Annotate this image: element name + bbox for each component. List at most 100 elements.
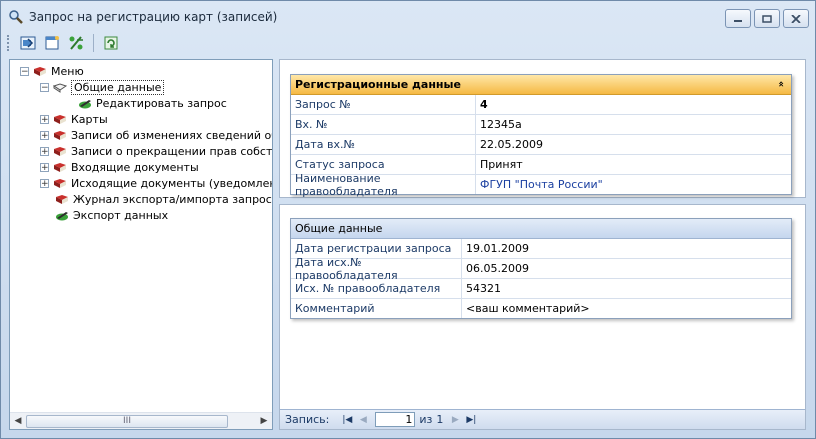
general-header-title: Общие данные bbox=[295, 222, 383, 235]
table-row: Дата вх.№ 22.05.2009 bbox=[291, 135, 791, 155]
general-data-panel: Общие данные Дата регистрации запроса 19… bbox=[279, 204, 806, 430]
field-value[interactable]: 54321 bbox=[462, 279, 501, 298]
minimize-button[interactable] bbox=[725, 9, 751, 28]
percent-icon bbox=[69, 36, 83, 50]
save-form-icon bbox=[20, 36, 36, 50]
book-icon bbox=[34, 66, 46, 76]
collapse-toggle[interactable]: − bbox=[40, 82, 49, 92]
window-title: Запрос на регистрацию карт (записей) bbox=[29, 10, 278, 24]
field-value[interactable]: 19.01.2009 bbox=[462, 239, 529, 258]
expand-toggle[interactable]: + bbox=[40, 114, 49, 124]
record-navigator: Запись: |◀ ◀ 1 из 1 ▶ ▶| bbox=[280, 409, 805, 429]
tree-node-outgoing-documents[interactable]: + Исходящие документы (уведомления, bbox=[40, 175, 272, 191]
tree-node-label: Записи об изменениях сведений об об bbox=[71, 128, 272, 142]
new-document-button[interactable] bbox=[42, 33, 62, 53]
tree-node-label: Журнал экспорта/импорта запроса bbox=[73, 192, 272, 206]
book-icon bbox=[54, 146, 66, 156]
percent-button[interactable] bbox=[66, 33, 86, 53]
field-label: Запрос № bbox=[291, 95, 476, 114]
navigator-label: Запись: bbox=[285, 413, 330, 426]
table-row: Комментарий <ваш комментарий> bbox=[291, 299, 791, 318]
field-value[interactable]: 4 bbox=[476, 95, 488, 114]
tree-node-label: Исходящие документы (уведомления, bbox=[71, 176, 272, 190]
scrollbar-thumb[interactable]: III bbox=[26, 415, 228, 428]
tree-node-label: Записи о прекращении прав собствен bbox=[71, 144, 272, 158]
rights-holder-link[interactable]: ФГУП "Почта России" bbox=[476, 175, 603, 194]
previous-record-icon[interactable]: ◀ bbox=[355, 412, 371, 428]
tree-node-menu[interactable]: − Меню bbox=[20, 63, 84, 79]
save-form-button[interactable] bbox=[18, 33, 38, 53]
navigation-tree: − Меню − Общие данные Редактировать запр… bbox=[10, 60, 272, 412]
close-icon bbox=[791, 14, 801, 23]
tree-node-cards[interactable]: + Карты bbox=[40, 111, 108, 127]
expand-toggle[interactable]: + bbox=[40, 130, 49, 140]
refresh-icon bbox=[104, 36, 118, 50]
horizontal-scrollbar[interactable]: ◀ III ▶ bbox=[10, 412, 272, 429]
restore-icon bbox=[762, 14, 772, 23]
scroll-left-arrow-icon[interactable]: ◀ bbox=[10, 413, 26, 429]
registration-grid-header: Регистрационные данные » bbox=[291, 75, 791, 95]
table-row: Исх. № правообладателя 54321 bbox=[291, 279, 791, 299]
tree-node-data-export[interactable]: Экспорт данных bbox=[55, 207, 168, 223]
of-label: из bbox=[419, 413, 433, 426]
field-label: Вх. № bbox=[291, 115, 476, 134]
search-icon bbox=[9, 10, 23, 24]
scroll-right-arrow-icon[interactable]: ▶ bbox=[256, 413, 272, 429]
table-row: Запрос № 4 bbox=[291, 95, 791, 115]
table-row: Дата исх.№ правообладателя 06.05.2009 bbox=[291, 256, 791, 282]
field-label: Дата исх.№ правообладателя bbox=[291, 256, 462, 282]
book-icon bbox=[54, 114, 66, 124]
refresh-button[interactable] bbox=[101, 33, 121, 53]
expand-toggle[interactable]: + bbox=[40, 146, 49, 156]
field-value[interactable]: Принят bbox=[476, 155, 523, 174]
field-value[interactable]: 12345а bbox=[476, 115, 522, 134]
tree-node-incoming-documents[interactable]: + Входящие документы bbox=[40, 159, 199, 175]
table-row: Вх. № 12345а bbox=[291, 115, 791, 135]
window-controls bbox=[725, 9, 809, 28]
total-records: 1 bbox=[436, 413, 444, 426]
tree-node-general-data[interactable]: − Общие данные bbox=[40, 79, 165, 95]
table-row: Наименование правообладателя ФГУП "Почта… bbox=[291, 172, 791, 198]
book-icon bbox=[54, 130, 66, 140]
book-icon bbox=[56, 194, 68, 204]
last-record-icon[interactable]: ▶| bbox=[463, 412, 479, 428]
title-bar: Запрос на регистрацию карт (записей) bbox=[1, 1, 815, 31]
collapse-section-icon[interactable]: » bbox=[776, 81, 788, 87]
tree-node-label: Редактировать запрос bbox=[96, 96, 227, 110]
book-icon bbox=[54, 162, 66, 172]
general-data-grid-header: Общие данные bbox=[291, 219, 791, 239]
field-value[interactable]: <ваш комментарий> bbox=[462, 299, 590, 318]
tree-node-edit-request[interactable]: Редактировать запрос bbox=[78, 95, 227, 111]
expand-toggle[interactable]: + bbox=[40, 162, 49, 172]
field-label: Наименование правообладателя bbox=[291, 172, 476, 198]
field-label: Комментарий bbox=[291, 299, 462, 318]
book-icon bbox=[54, 178, 66, 188]
registration-panel: Регистрационные данные » Запрос № 4 Вх. … bbox=[279, 59, 806, 198]
maximize-button[interactable] bbox=[754, 9, 780, 28]
navigation-tree-panel: − Меню − Общие данные Редактировать запр… bbox=[9, 59, 273, 430]
first-record-icon[interactable]: |◀ bbox=[339, 412, 355, 428]
tree-node-label: Общие данные bbox=[71, 79, 165, 95]
close-button[interactable] bbox=[783, 9, 809, 28]
new-document-icon bbox=[45, 36, 59, 50]
tree-node-export-import-log[interactable]: Журнал экспорта/импорта запроса bbox=[55, 191, 272, 207]
general-data-grid: Общие данные Дата регистрации запроса 19… bbox=[290, 218, 792, 319]
edit-pencil-icon bbox=[56, 211, 68, 220]
tree-node-label: Карты bbox=[71, 112, 108, 126]
main-window: Запрос на регистрацию карт (записей) − М… bbox=[0, 0, 816, 439]
field-label: Дата вх.№ bbox=[291, 135, 476, 154]
field-label: Исх. № правообладателя bbox=[291, 279, 462, 298]
current-record-input[interactable]: 1 bbox=[375, 412, 416, 427]
expand-toggle[interactable]: + bbox=[40, 178, 49, 188]
tree-node-termination-records[interactable]: + Записи о прекращении прав собствен bbox=[40, 143, 272, 159]
tree-node-label: Входящие документы bbox=[71, 160, 199, 174]
field-value[interactable]: 06.05.2009 bbox=[462, 259, 529, 278]
collapse-toggle[interactable]: − bbox=[20, 66, 29, 76]
tree-node-label: Экспорт данных bbox=[73, 208, 169, 222]
field-value[interactable]: 22.05.2009 bbox=[476, 135, 543, 154]
toolbar bbox=[7, 31, 809, 55]
next-record-icon[interactable]: ▶ bbox=[447, 412, 463, 428]
tree-node-change-records[interactable]: + Записи об изменениях сведений об об bbox=[40, 127, 272, 143]
toolbar-grip[interactable] bbox=[7, 35, 12, 51]
registration-header-title: Регистрационные данные bbox=[295, 78, 461, 91]
